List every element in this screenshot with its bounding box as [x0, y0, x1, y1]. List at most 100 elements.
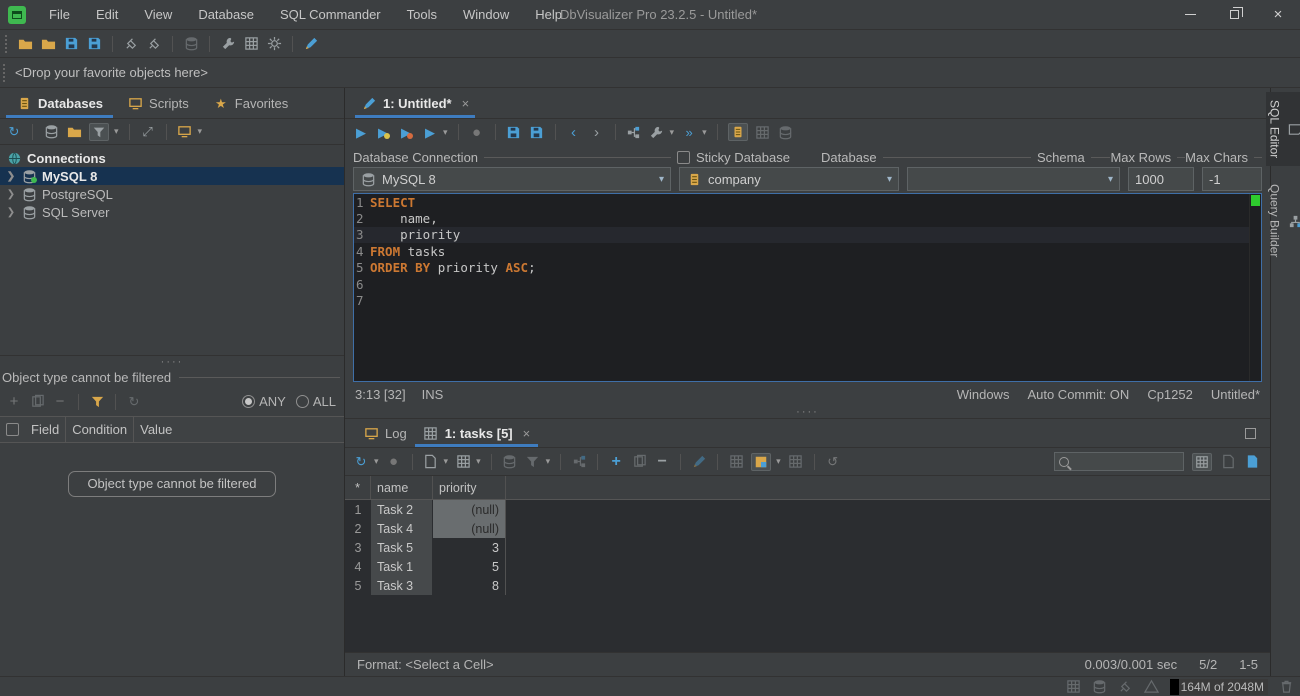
favorites-drag-handle[interactable]: [3, 64, 9, 82]
grid-col-name[interactable]: name: [371, 476, 433, 499]
status-warning-icon[interactable]: [1144, 679, 1160, 695]
duplicate-row-icon[interactable]: [631, 454, 647, 470]
menu-window[interactable]: Window: [450, 7, 522, 22]
table-data-icon[interactable]: [243, 36, 259, 52]
filter-copy-icon[interactable]: [29, 394, 45, 410]
insert-row-icon[interactable]: +: [608, 454, 624, 470]
execute-explain-icon[interactable]: ▶: [422, 124, 438, 140]
cell-priority[interactable]: (null): [433, 500, 506, 519]
export-chevron-icon[interactable]: ▾: [444, 456, 449, 467]
continue-chevron-icon[interactable]: ▾: [702, 127, 707, 138]
export-grid-icon[interactable]: [423, 454, 439, 470]
comment-icon[interactable]: [778, 124, 794, 140]
code-line-3[interactable]: 3 priority: [354, 227, 1249, 243]
tab-untitled[interactable]: 1: Untitled* ×: [355, 88, 475, 118]
left-splitter-handle[interactable]: ····: [0, 355, 344, 368]
result-filter-chevron-icon[interactable]: ▾: [546, 456, 551, 467]
status-grid-icon[interactable]: [1066, 679, 1082, 695]
sticky-database-checkbox[interactable]: [677, 151, 690, 164]
code-line-7[interactable]: 7: [354, 292, 1249, 308]
code-line-2[interactable]: 2 name,: [354, 210, 1249, 226]
tab-query-builder-vertical[interactable]: Query Builder: [1266, 176, 1300, 265]
filter-select-all-checkbox[interactable]: [6, 423, 19, 436]
tree-filter-chevron-icon[interactable]: ▾: [114, 126, 119, 137]
radio-all[interactable]: ALL: [296, 394, 336, 409]
grid-search-box[interactable]: [1054, 452, 1184, 471]
open-recent-icon[interactable]: [40, 36, 56, 52]
new-object-icon[interactable]: [303, 36, 319, 52]
execute-icon[interactable]: ▶: [353, 124, 369, 140]
sql-editor[interactable]: 1SELECT2 name,3 priority4FROM tasks5ORDE…: [353, 193, 1262, 382]
filter-add-icon[interactable]: +: [6, 394, 22, 410]
minimize-button[interactable]: [1168, 1, 1212, 29]
export-result-icon[interactable]: [1244, 454, 1260, 470]
database-dropdown[interactable]: company▾: [679, 167, 899, 191]
tools-chevron-icon[interactable]: ▾: [670, 127, 675, 138]
code-line-5[interactable]: 5ORDER BY priority ASC;: [354, 260, 1249, 276]
grid-col-priority[interactable]: priority: [433, 476, 506, 499]
rows-icon[interactable]: [502, 454, 518, 470]
tree-item-postgresql[interactable]: ❯PostgreSQL: [0, 185, 344, 203]
grid-view-icon[interactable]: [455, 454, 471, 470]
tab-tasks-result[interactable]: 1: tasks [5] ×: [415, 419, 539, 447]
grid-view-chevron-icon[interactable]: ▾: [476, 456, 481, 467]
cell-priority[interactable]: 5: [433, 557, 506, 576]
save-as-icon[interactable]: [86, 36, 102, 52]
expand-chevron-icon[interactable]: ❯: [6, 207, 16, 218]
locate-chevron-icon[interactable]: ▾: [198, 126, 203, 137]
rerun-chevron-icon[interactable]: ▾: [374, 456, 379, 467]
code-line-1[interactable]: 1SELECT: [354, 194, 1249, 210]
schema-dropdown[interactable]: ▾: [907, 167, 1120, 191]
filter-remove-icon[interactable]: −: [52, 394, 68, 410]
undo-changes-icon[interactable]: ↺: [825, 454, 841, 470]
code-line-6[interactable]: 6: [354, 276, 1249, 292]
query-builder-icon[interactable]: [626, 124, 642, 140]
tab-sql-editor-vertical[interactable]: SQL Editor: [1266, 92, 1300, 166]
max-rows-input[interactable]: [1128, 167, 1194, 191]
format-sql-icon[interactable]: [755, 124, 771, 140]
expand-chevron-icon[interactable]: ❯: [6, 189, 16, 200]
add-connection-icon[interactable]: [43, 124, 59, 140]
menu-sql-commander[interactable]: SQL Commander: [267, 7, 394, 22]
form-view-icon[interactable]: [1220, 454, 1236, 470]
select-columns-icon[interactable]: [728, 454, 744, 470]
execute-chevron-icon[interactable]: ▾: [443, 127, 448, 138]
editor-scrollbar[interactable]: [1249, 194, 1261, 381]
driver-manager-icon[interactable]: [266, 36, 282, 52]
compare-grid-icon[interactable]: [788, 454, 804, 470]
menu-view[interactable]: View: [131, 7, 185, 22]
sidebar-tab-favorites[interactable]: ★Favorites: [203, 88, 298, 118]
cell-name[interactable]: Task 1: [371, 557, 433, 576]
tree-item-sql-server[interactable]: ❯SQL Server: [0, 203, 344, 221]
save-icon[interactable]: [63, 36, 79, 52]
editor-tools-icon[interactable]: [649, 124, 665, 140]
filter-col-field[interactable]: Field: [25, 417, 66, 442]
menu-file[interactable]: File: [36, 7, 83, 22]
result-tab-close-icon[interactable]: ×: [523, 426, 531, 441]
tools-icon[interactable]: [220, 36, 236, 52]
garbage-collect-icon[interactable]: [1278, 679, 1294, 695]
results-splitter-handle[interactable]: ····: [345, 406, 1270, 418]
maximize-results-icon[interactable]: [1245, 428, 1256, 439]
grid-mode-icon[interactable]: [1192, 453, 1212, 471]
cell-priority[interactable]: 3: [433, 538, 506, 557]
collapse-all-icon[interactable]: ⤢: [140, 124, 156, 140]
expand-chevron-icon[interactable]: ❯: [6, 171, 16, 182]
execute-current-icon[interactable]: ▶: [376, 124, 392, 140]
filter-col-value[interactable]: Value: [134, 417, 178, 442]
radio-any[interactable]: ANY: [242, 394, 286, 409]
open-file-icon[interactable]: [17, 36, 33, 52]
connection-dropdown[interactable]: MySQL 8▾: [353, 167, 671, 191]
rerun-icon[interactable]: ↻: [353, 454, 369, 470]
status-plug-icon[interactable]: [1118, 679, 1134, 695]
cell-name[interactable]: Task 5: [371, 538, 433, 557]
grid-col-asterisk[interactable]: *: [345, 476, 371, 499]
cell-name[interactable]: Task 3: [371, 576, 433, 595]
stop-result-icon[interactable]: ●: [386, 454, 402, 470]
menu-tools[interactable]: Tools: [394, 7, 450, 22]
tree-item-mysql-8[interactable]: ❯MySQL 8: [0, 167, 344, 185]
cell-priority[interactable]: (null): [433, 519, 506, 538]
editor-tab-close-icon[interactable]: ×: [462, 96, 470, 111]
editor-save-icon[interactable]: [506, 124, 522, 140]
sidebar-tab-scripts[interactable]: Scripts: [117, 88, 199, 118]
